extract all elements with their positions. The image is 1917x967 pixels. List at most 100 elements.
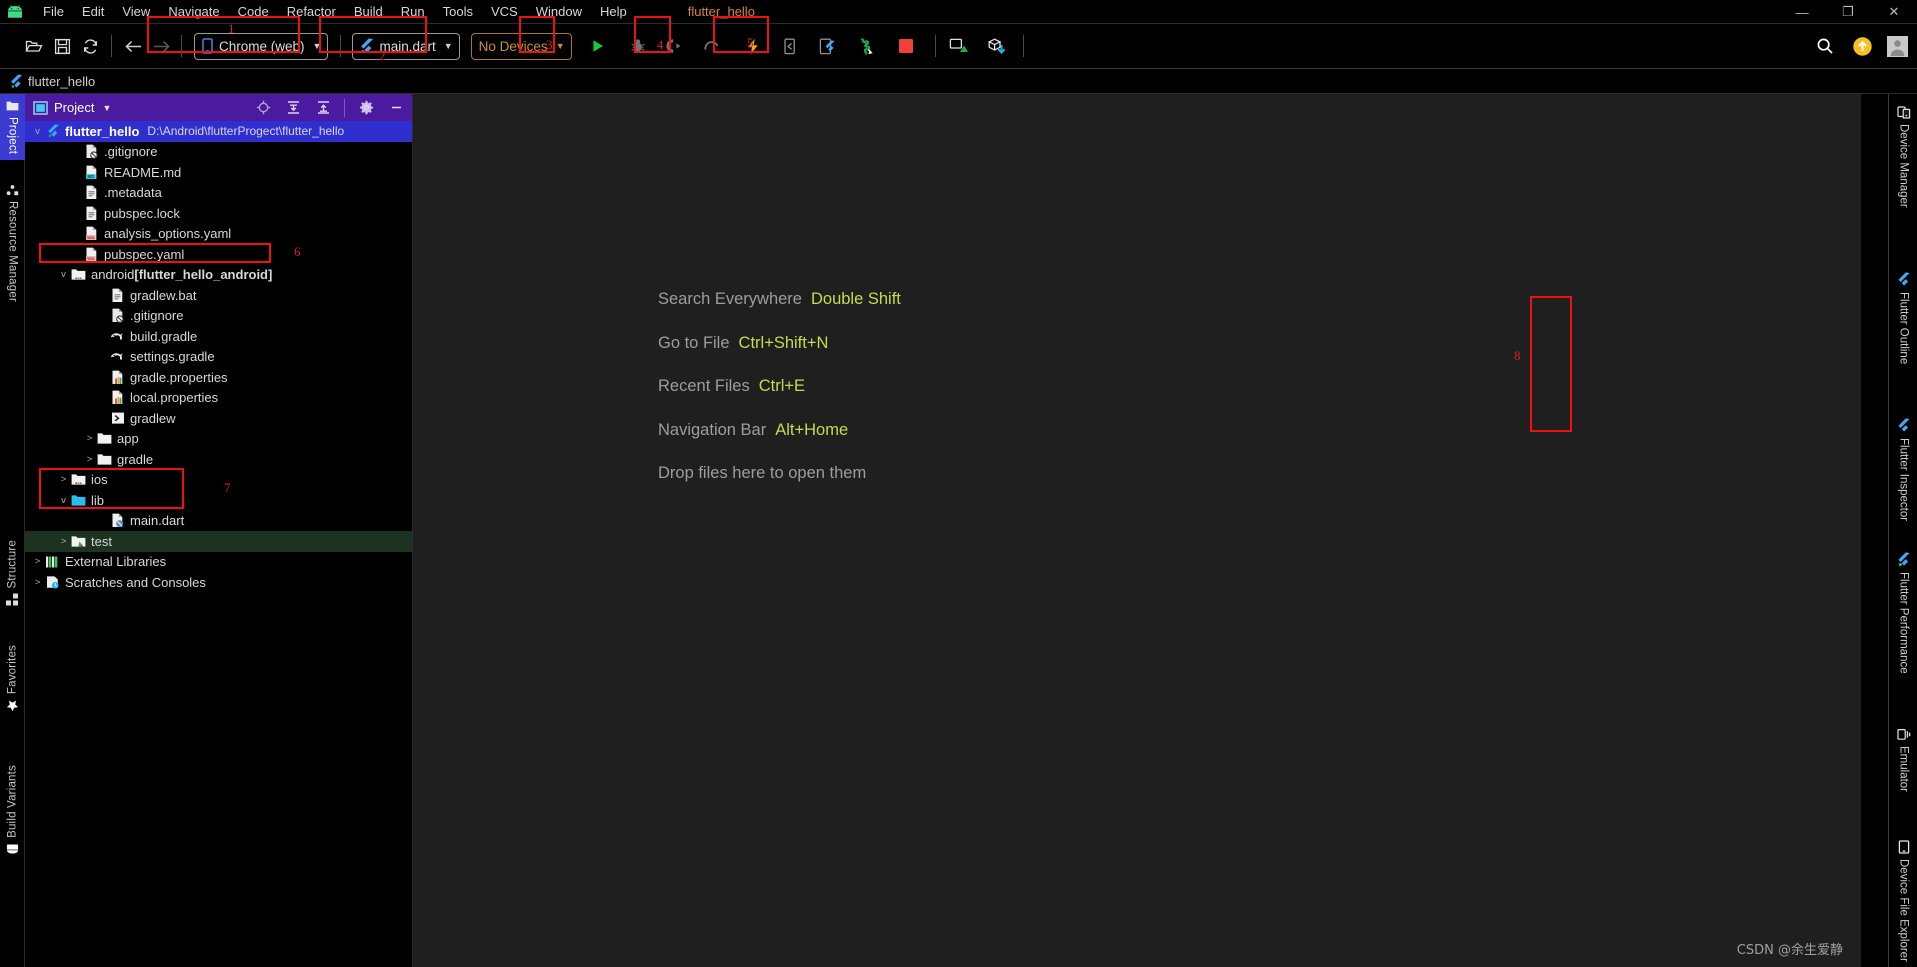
menu-item-view[interactable]: View <box>113 1 159 23</box>
tree-row-gradle-properties[interactable]: gradle.properties <box>25 367 412 388</box>
minimize-button[interactable]: — <box>1779 0 1825 24</box>
sidebar-item-device-manager[interactable]: Device Manager <box>1890 100 1917 214</box>
sidebar-item-structure[interactable]: Structure <box>0 534 25 611</box>
tree-row-pubspec-lock[interactable]: pubspec.lock <box>25 203 412 224</box>
coverage-button[interactable] <box>698 32 726 60</box>
tree-row-pubspec-yaml[interactable]: YML pubspec.yaml <box>25 244 412 265</box>
sdk-manager-button[interactable] <box>983 32 1011 60</box>
tree-row-flutter-hello[interactable]: v flutter_hello D:\Android\flutterProgec… <box>25 121 412 142</box>
flutter-icon <box>1897 272 1910 287</box>
sidebar-item-device-file-explorer[interactable]: Device File Explorer <box>1890 834 1917 967</box>
tree-row-test[interactable]: > test <box>25 531 412 552</box>
menu-item-window[interactable]: Window <box>527 1 591 23</box>
module-folder-icon <box>70 473 87 486</box>
gradle-icon <box>109 350 126 363</box>
search-icon[interactable] <box>1811 32 1839 60</box>
minimize-panel-icon[interactable] <box>384 97 408 119</box>
tree-row-label: gradle <box>117 451 154 467</box>
sidebar-item-resource-manager[interactable]: Resource Manager <box>0 178 25 308</box>
chevron-right-icon[interactable]: > <box>83 433 96 444</box>
tree-row-readme[interactable]: MD README.md <box>25 162 412 183</box>
sidebar-item-project[interactable]: Project <box>0 94 25 161</box>
tree-row-gradlew-bat[interactable]: gradlew.bat <box>25 285 412 306</box>
chevron-down-icon[interactable]: ▼ <box>102 103 111 113</box>
stop-button[interactable] <box>892 32 920 60</box>
tree-row-scratches[interactable]: > Scratches and Consoles <box>25 572 412 593</box>
hint-action: Drop files here to open them <box>658 464 867 482</box>
source-folder-icon <box>70 494 87 507</box>
tree-row-metadata[interactable]: .metadata <box>25 183 412 204</box>
tree-row-external-libraries[interactable]: > External Libraries <box>25 552 412 573</box>
chevron-right-icon[interactable]: > <box>57 474 70 485</box>
chevron-down-icon[interactable]: v <box>57 495 70 506</box>
tree-row-gitignore[interactable]: .gitignore <box>25 142 412 163</box>
expand-all-icon[interactable] <box>281 97 305 119</box>
sidebar-item-label: Flutter Outline <box>1897 292 1910 365</box>
menu-item-help[interactable]: Help <box>591 1 636 23</box>
arrow-back-icon[interactable] <box>119 32 147 60</box>
android-module-row[interactable]: v android [flutter_hello_android] <box>25 265 412 286</box>
main-dart-row[interactable]: main.dart <box>25 511 412 532</box>
tree-row-local-properties[interactable]: local.properties <box>25 388 412 409</box>
lib-folder-row[interactable]: v lib <box>25 490 412 511</box>
menu-item-code[interactable]: Code <box>229 1 278 23</box>
menu-item-build[interactable]: Build <box>345 1 392 23</box>
gear-icon[interactable] <box>354 97 378 119</box>
collapse-all-icon[interactable] <box>311 97 335 119</box>
avd-manager-button[interactable] <box>945 32 973 60</box>
chevron-down-icon[interactable]: v <box>57 269 70 280</box>
tree-row-android-gitignore[interactable]: .gitignore <box>25 306 412 327</box>
menu-item-vcs[interactable]: VCS <box>482 1 527 23</box>
tree-row-settings-gradle[interactable]: settings.gradle <box>25 347 412 368</box>
sidebar-item-flutter-performance[interactable]: Flutter Performance <box>1890 546 1917 680</box>
device-selector[interactable]: Chrome (web) ▼ <box>194 32 329 60</box>
update-arrow-badge-icon[interactable] <box>1848 32 1876 60</box>
device-selector-label: Chrome (web) <box>219 38 305 54</box>
menu-item-file[interactable]: File <box>34 1 73 23</box>
menu-item-refactor[interactable]: Refactor <box>278 1 345 23</box>
open-devtools-button[interactable] <box>813 32 841 60</box>
annotation-num-3: 3 <box>546 37 553 52</box>
chevron-right-icon[interactable]: > <box>57 536 70 547</box>
chevron-right-icon[interactable]: > <box>31 556 44 567</box>
close-button[interactable]: ✕ <box>1871 0 1917 24</box>
sidebar-item-label: Device Manager <box>1897 124 1910 208</box>
tree-row-build-gradle[interactable]: build.gradle <box>25 326 412 347</box>
tree-row-analysis-options[interactable]: YML analysis_options.yaml <box>25 224 412 245</box>
debug-button[interactable] <box>624 32 652 60</box>
sidebar-item-favorites[interactable]: Favorites <box>0 639 25 718</box>
tree-row-gradle-folder[interactable]: > gradle <box>25 449 412 470</box>
flutter-inspector-tab[interactable]: Flutter Inspector <box>1890 412 1917 527</box>
file-icon <box>83 206 100 221</box>
avd-selector[interactable]: No Devices ▼ <box>470 32 572 60</box>
run-config-label: main.dart <box>379 38 436 54</box>
tree-row-gradlew[interactable]: gradlew <box>25 408 412 429</box>
tree-row-app[interactable]: > app <box>25 429 412 450</box>
sidebar-item-build-variants[interactable]: Build Variants <box>0 759 25 861</box>
chevron-right-icon[interactable]: > <box>31 577 44 588</box>
hot-restart-button[interactable] <box>776 32 804 60</box>
sidebar-item-label: Structure <box>6 540 19 589</box>
structure-icon <box>6 593 19 606</box>
run-button[interactable] <box>584 32 612 60</box>
profile-button[interactable] <box>661 32 689 60</box>
save-icon[interactable] <box>48 32 76 60</box>
arrow-forward-icon[interactable] <box>147 32 175 60</box>
sidebar-item-emulator[interactable]: Emulator <box>1890 722 1917 798</box>
menu-item-navigate[interactable]: Navigate <box>159 1 228 23</box>
menu-item-tools[interactable]: Tools <box>434 1 482 23</box>
chevron-right-icon[interactable]: > <box>83 454 96 465</box>
run-config-selector[interactable]: main.dart ▼ <box>352 32 460 60</box>
user-avatar-icon[interactable] <box>1883 32 1911 60</box>
open-folder-icon[interactable] <box>20 32 48 60</box>
maximize-button[interactable]: ❐ <box>1825 0 1871 24</box>
locate-target-icon[interactable] <box>251 97 275 119</box>
sync-icon[interactable] <box>76 32 104 60</box>
menu-item-edit[interactable]: Edit <box>73 1 113 23</box>
tree-row-ios[interactable]: > ios <box>25 470 412 491</box>
flutter-devtools-button[interactable] <box>850 32 878 60</box>
chevron-down-icon[interactable]: v <box>31 126 44 137</box>
menu-item-run[interactable]: Run <box>392 1 434 23</box>
breadcrumb[interactable]: flutter_hello <box>28 74 95 89</box>
sidebar-item-flutter-outline[interactable]: Flutter Outline <box>1890 266 1917 370</box>
